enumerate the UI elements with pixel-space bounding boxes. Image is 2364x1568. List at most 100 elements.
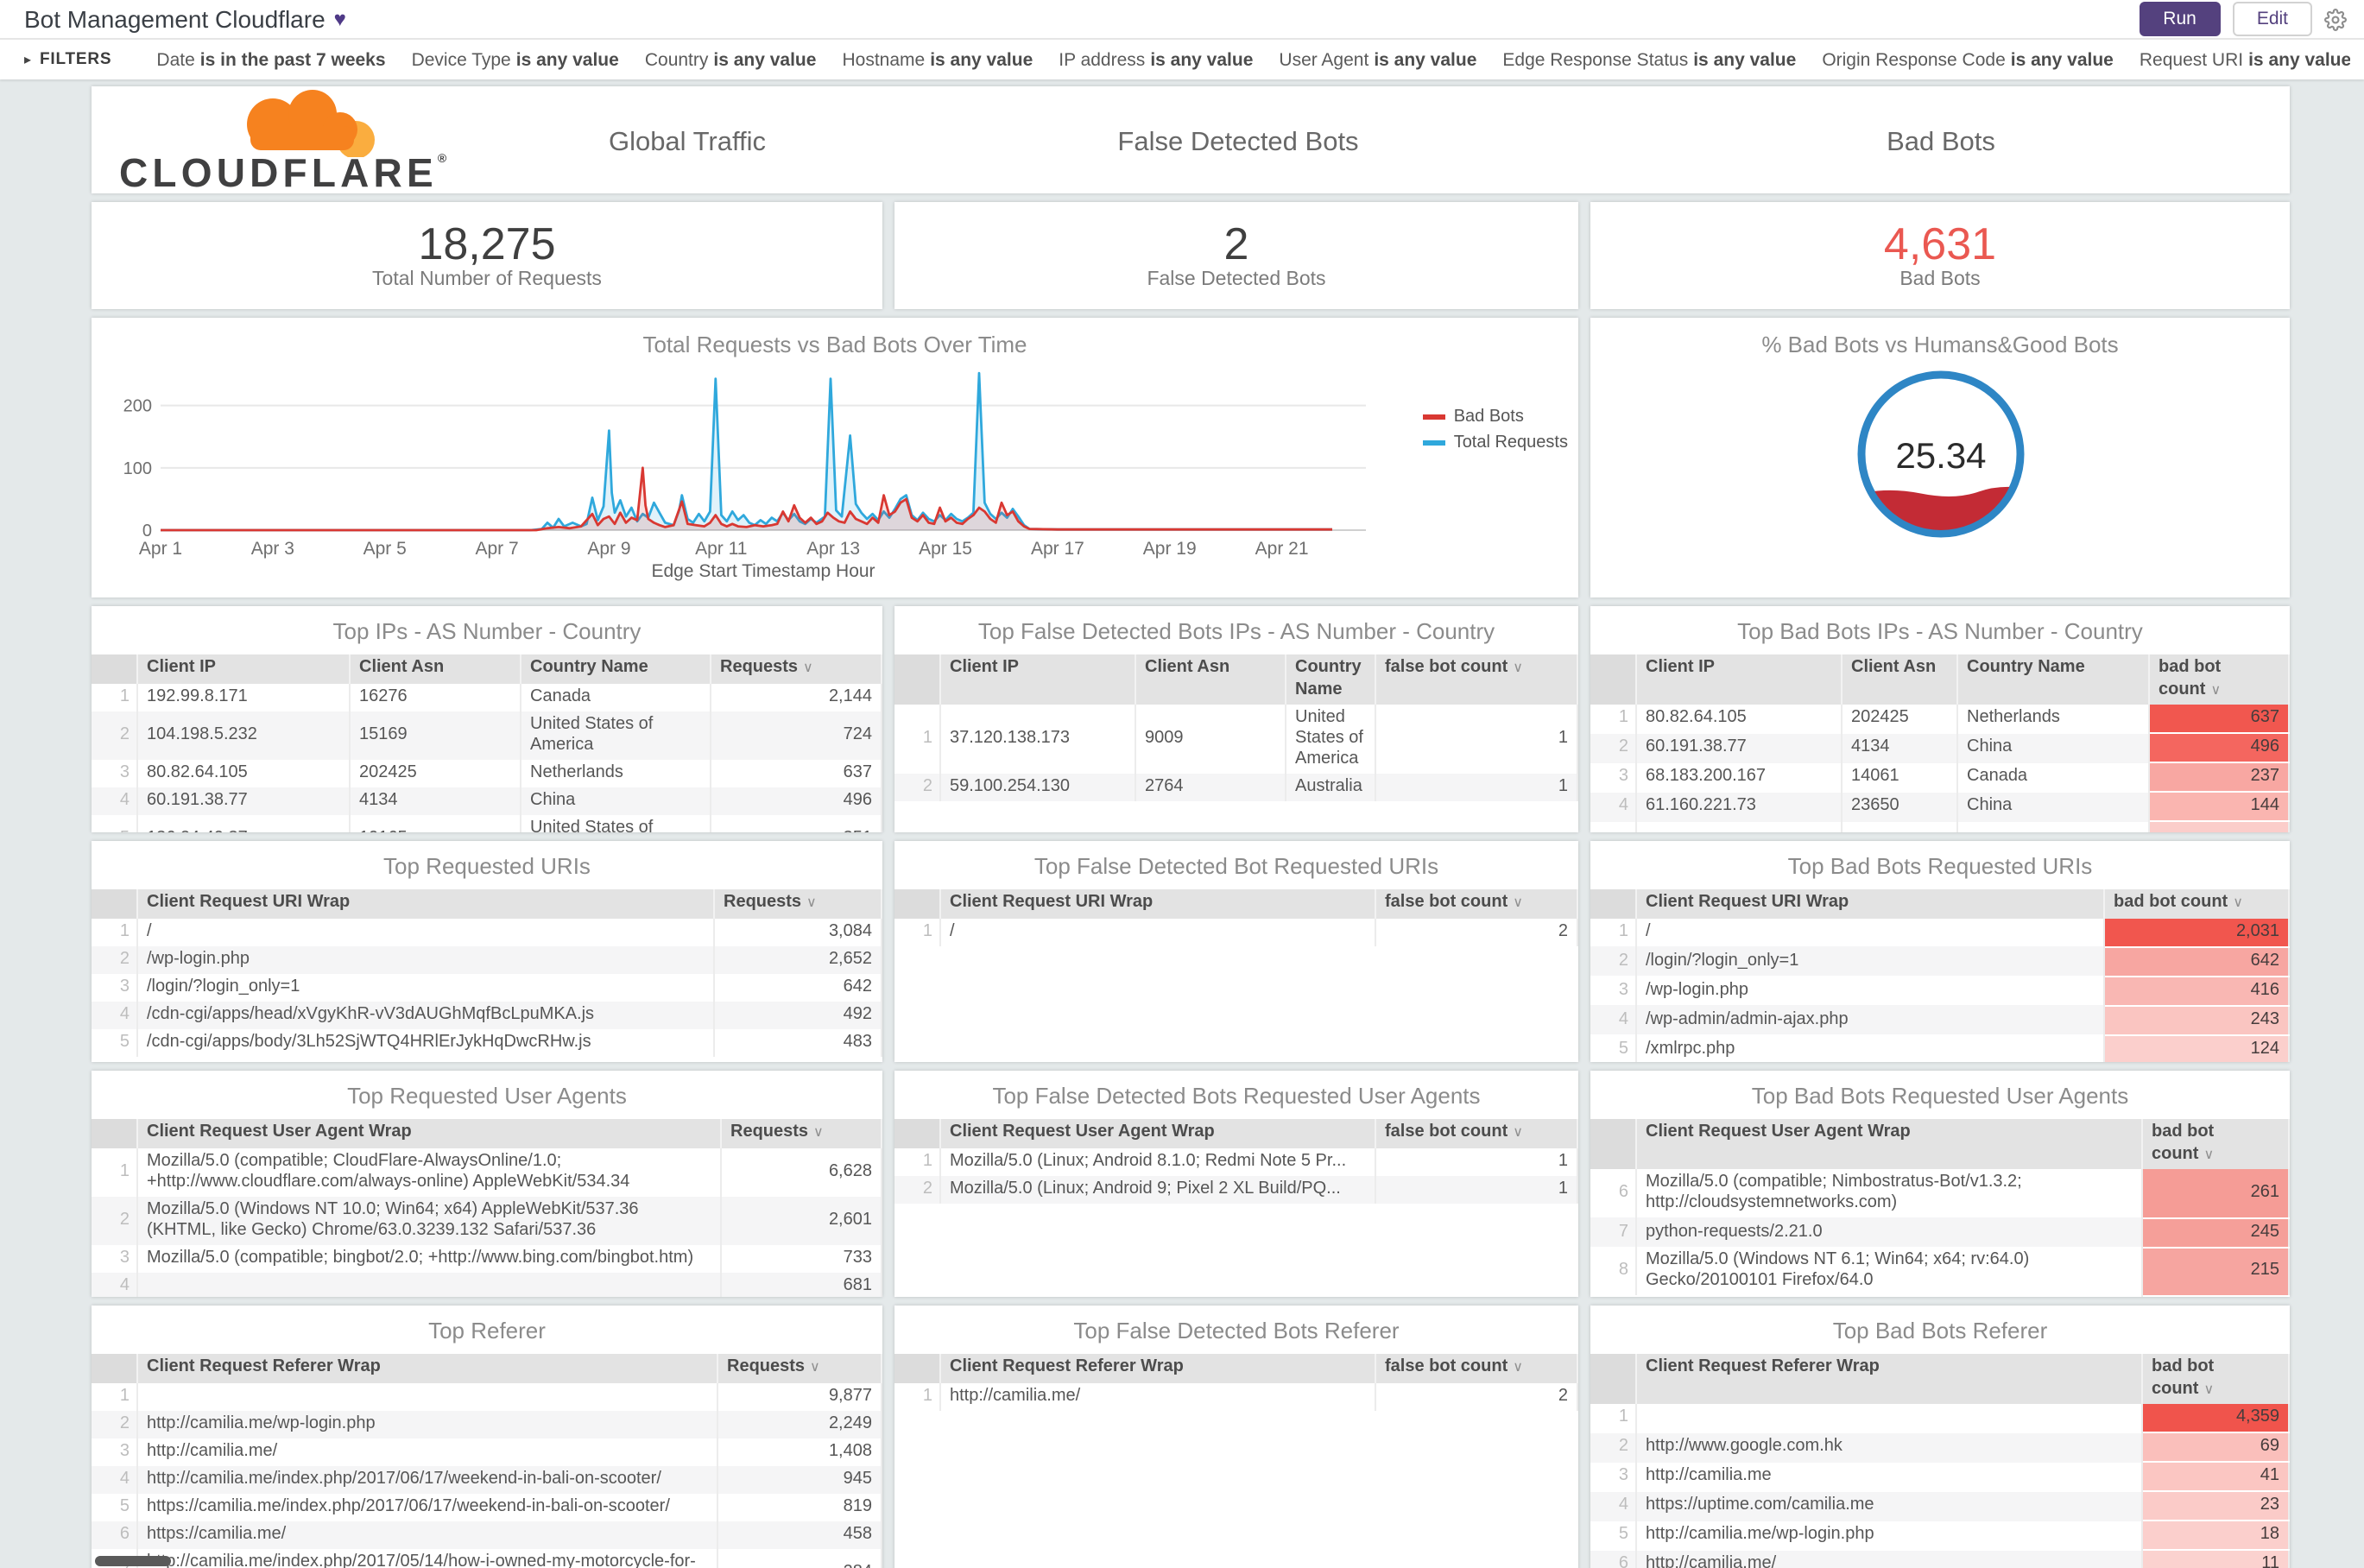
svg-text:Apr 1: Apr 1 — [139, 539, 182, 559]
filter-item[interactable]: Origin Response Code is any value — [1822, 49, 2114, 70]
svg-text:Apr 3: Apr 3 — [251, 539, 294, 559]
table-cell: /login/?login_only=1 — [1636, 946, 2105, 976]
row-number: 5 — [92, 1493, 138, 1521]
column-header[interactable]: Requests ∨ — [714, 889, 882, 918]
filters-label[interactable]: FILTERS — [40, 50, 111, 69]
table-cell: 243 — [2104, 1005, 2290, 1035]
table-cell: 2 — [1375, 918, 1578, 945]
row-number: 1 — [894, 705, 941, 774]
filter-item[interactable]: IP address is any value — [1059, 49, 1253, 70]
kpi-total-requests: 18,275 Total Number of Requests — [92, 202, 882, 309]
column-header[interactable]: Requests ∨ — [717, 1354, 882, 1382]
table-cell: 681 — [721, 1272, 882, 1297]
table-cell: 4134 — [1842, 733, 1958, 762]
row-number: 4 — [92, 787, 138, 814]
table-row: 4 https://uptime.com/camilia.me 23 — [1590, 1491, 2290, 1521]
legend-item-bad-bots[interactable]: Bad Bots — [1422, 408, 1568, 427]
column-header[interactable]: Requests ∨ — [711, 654, 882, 683]
column-header[interactable]: Client Request URI Wrap — [137, 889, 715, 918]
column-header[interactable]: false bot count ∨ — [1375, 1119, 1578, 1148]
column-header[interactable]: Client IP — [940, 654, 1136, 705]
filter-item[interactable]: Device Type is any value — [412, 49, 619, 70]
table-row: 6 Mozilla/5.0 (compatible; Nimbostratus-B… — [1590, 1169, 2290, 1218]
filter-item[interactable]: Edge Response Status is any value — [1502, 49, 1796, 70]
column-header[interactable]: Client Request URI Wrap — [1636, 889, 2105, 918]
table-row: 1 4,359 — [1590, 1404, 2290, 1433]
table-row: 3 Mozilla/5.0 (compatible; bingbot/2.0; +… — [92, 1244, 882, 1272]
column-header[interactable]: Country Name — [1957, 654, 2150, 705]
filters-expand-caret[interactable]: ▸ — [24, 52, 31, 67]
svg-text:Apr 5: Apr 5 — [363, 539, 407, 559]
row-number: 5 — [92, 1028, 138, 1056]
column-header[interactable]: Country Name — [521, 654, 711, 683]
run-button[interactable]: Run — [2139, 1, 2221, 37]
table-cell: 124 — [2104, 1034, 2290, 1062]
column-header[interactable]: Client IP — [1636, 654, 1843, 705]
table-cell: China — [1957, 733, 2150, 762]
column-header[interactable]: Client Request Referer Wrap — [940, 1354, 1376, 1382]
column-header[interactable]: Client Request User Agent Wrap — [940, 1119, 1376, 1148]
column-header[interactable]: Client Request Referer Wrap — [137, 1354, 718, 1382]
table-row: 1 192.99.8.171 16276 Canada 2,144 — [92, 683, 882, 711]
column-header[interactable]: Client Request User Agent Wrap — [1636, 1119, 2143, 1169]
table-row: 2 60.191.38.77 4134 China 496 — [1590, 733, 2290, 763]
table-cell: http://www.google.com.hk — [1636, 1432, 2143, 1462]
table-cell — [2149, 821, 2290, 832]
row-number: 1 — [1590, 705, 1637, 733]
page-title-text: Bot Management Cloudflare — [24, 5, 326, 33]
line-chart[interactable]: 0 100 200 Apr 1 Apr 3 Apr 5 Apr 7 Apr 9 Apr 11 Ap… — [102, 361, 1383, 582]
table-cell: http://camilia.me/index.php/2017/06/17/w… — [137, 1465, 718, 1493]
svg-text:0: 0 — [142, 522, 152, 541]
legend-item-total-requests[interactable]: Total Requests — [1422, 433, 1568, 452]
gear-icon[interactable] — [2324, 8, 2347, 30]
column-header[interactable]: false bot count ∨ — [1375, 1354, 1578, 1382]
column-header[interactable]: Client Asn — [350, 654, 521, 683]
filter-item[interactable]: Date is in the past 7 weeks — [156, 49, 385, 70]
column-header[interactable]: Client Request User Agent Wrap — [137, 1119, 722, 1148]
table-cell: 237 — [2149, 762, 2290, 793]
table-cell: python-requests/2.21.0 — [1636, 1217, 2143, 1247]
table-cell: 245 — [2142, 1217, 2290, 1248]
filter-item[interactable]: Hostname is any value — [842, 49, 1033, 70]
edit-button[interactable]: Edit — [2232, 1, 2312, 37]
column-header[interactable]: false bot count ∨ — [1375, 889, 1578, 918]
table-cell: 642 — [2104, 946, 2290, 977]
column-header[interactable]: bad bot count ∨ — [2104, 889, 2290, 918]
table-title: Top Requested URIs — [383, 853, 591, 879]
table-cell: 23650 — [1842, 792, 1958, 821]
gauge-value: 25.34 — [1894, 435, 1985, 476]
table-row: 1 http://camilia.me/2 — [894, 1382, 1578, 1410]
column-header[interactable]: false bot count ∨ — [1375, 654, 1578, 705]
column-header[interactable]: Client Asn — [1135, 654, 1286, 705]
filter-item[interactable]: Request URI is any value — [2140, 49, 2350, 70]
table-row: 2 http://camilia.me/wp-login.php 2,249 — [92, 1410, 882, 1438]
table-cell: United States of America — [521, 711, 711, 759]
filter-item[interactable]: Country is any value — [645, 49, 817, 70]
table-row: 4/wp-admin/admin-ajax.php 243 — [1590, 1005, 2290, 1035]
column-header[interactable]: bad bot count ∨ — [2142, 1354, 2290, 1404]
column-header[interactable]: Client Request Referer Wrap — [1636, 1354, 2143, 1404]
table-row: 4 61.160.221.73 23650 China 144 — [1590, 792, 2290, 822]
row-number: 2 — [92, 1196, 138, 1244]
tile-bad-bots-gauge: % Bad Bots vs Humans&Good Bots 25.34 — [1590, 318, 2290, 597]
table-cell: 2,652 — [714, 945, 882, 973]
column-header[interactable]: Client IP — [137, 654, 351, 683]
column-header[interactable]: bad bot count ∨ — [2142, 1119, 2290, 1169]
table-cell: 37.120.138.173 — [940, 705, 1136, 774]
filter-field: IP address — [1059, 49, 1146, 70]
table-title: Top False Detected Bot Requested URIs — [1033, 853, 1439, 879]
filter-item[interactable]: User Agent is any value — [1279, 49, 1476, 70]
column-header[interactable]: bad bot count ∨ — [2149, 654, 2290, 705]
table-cell: 41 — [2142, 1462, 2290, 1492]
horizontal-scrollbar-thumb[interactable] — [95, 1556, 171, 1566]
row-number-header — [1590, 1119, 1637, 1169]
table-title: Top False Detected Bots Referer — [1073, 1318, 1400, 1344]
column-header[interactable]: Requests ∨ — [721, 1119, 882, 1148]
column-header[interactable]: Client Asn — [1842, 654, 1958, 705]
row-number-header — [894, 889, 941, 918]
column-header[interactable]: Client Request URI Wrap — [940, 889, 1376, 918]
table-cell: China — [1957, 792, 2150, 821]
table-title: Top Bad Bots IPs - AS Number - Country — [1737, 618, 2143, 644]
table-cell: 69 — [2142, 1432, 2290, 1463]
column-header[interactable]: Country Name — [1286, 654, 1376, 705]
